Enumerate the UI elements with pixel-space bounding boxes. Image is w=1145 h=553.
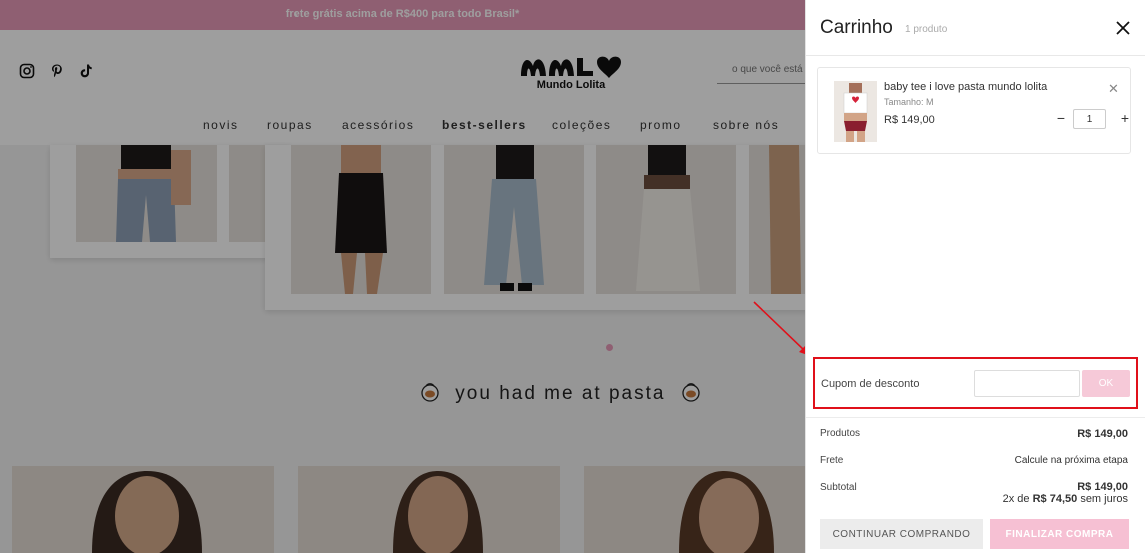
red-arrow-annotation — [753, 301, 805, 355]
products-value: R$ 149,00 — [1077, 428, 1128, 440]
cart-title: Carrinho — [820, 17, 893, 38]
coupon-highlight: Cupom de desconto OK — [813, 357, 1138, 409]
quantity-increase-button[interactable]: + — [1119, 110, 1131, 126]
coupon-input[interactable] — [974, 370, 1080, 397]
cart-item-variant: Tamanho: M — [884, 97, 934, 107]
cart-drawer: Carrinho 1 produto baby tee i love pasta… — [805, 0, 1145, 553]
page-dim-overlay[interactable] — [0, 0, 805, 553]
shipping-value: Calcule na próxima etapa — [1014, 455, 1128, 466]
close-icon[interactable] — [1113, 18, 1133, 38]
continue-shopping-button[interactable]: CONTINUAR COMPRANDO — [820, 519, 983, 549]
installments-value: R$ 74,50 — [1032, 493, 1078, 505]
shipping-label: Frete — [820, 455, 844, 466]
remove-item-icon[interactable]: ✕ — [1108, 81, 1119, 97]
installments-prefix: 2x de — [1002, 493, 1030, 505]
divider — [806, 417, 1145, 418]
subtotal-value: R$ 149,00 — [1077, 481, 1128, 493]
cart-item-price: R$ 149,00 — [884, 114, 935, 126]
cart-header: Carrinho 1 produto — [806, 0, 1145, 56]
quantity-input[interactable] — [1073, 109, 1106, 129]
installments-suffix: sem juros — [1080, 493, 1128, 505]
coupon-apply-button[interactable]: OK — [1082, 370, 1130, 397]
cart-item-name[interactable]: baby tee i love pasta mundo lolita — [884, 81, 1047, 93]
subtotal-label: Subtotal — [820, 482, 857, 493]
products-label: Produtos — [820, 428, 861, 439]
cart-item-count: 1 produto — [905, 24, 948, 35]
installments-text: 2x de R$ 74,50 sem juros — [1003, 493, 1128, 505]
model-photo-icon — [843, 83, 868, 142]
quantity-decrease-button[interactable]: − — [1055, 110, 1067, 126]
quantity-stepper: − + — [1055, 109, 1135, 129]
coupon-label: Cupom de desconto — [821, 378, 920, 390]
store-page: ‹ frete grátis acima de R$400 para todo … — [0, 0, 805, 553]
cart-item-image[interactable] — [834, 81, 877, 142]
cart-item: baby tee i love pasta mundo lolita Taman… — [817, 67, 1131, 154]
checkout-button[interactable]: FINALIZAR COMPRA — [990, 519, 1129, 549]
